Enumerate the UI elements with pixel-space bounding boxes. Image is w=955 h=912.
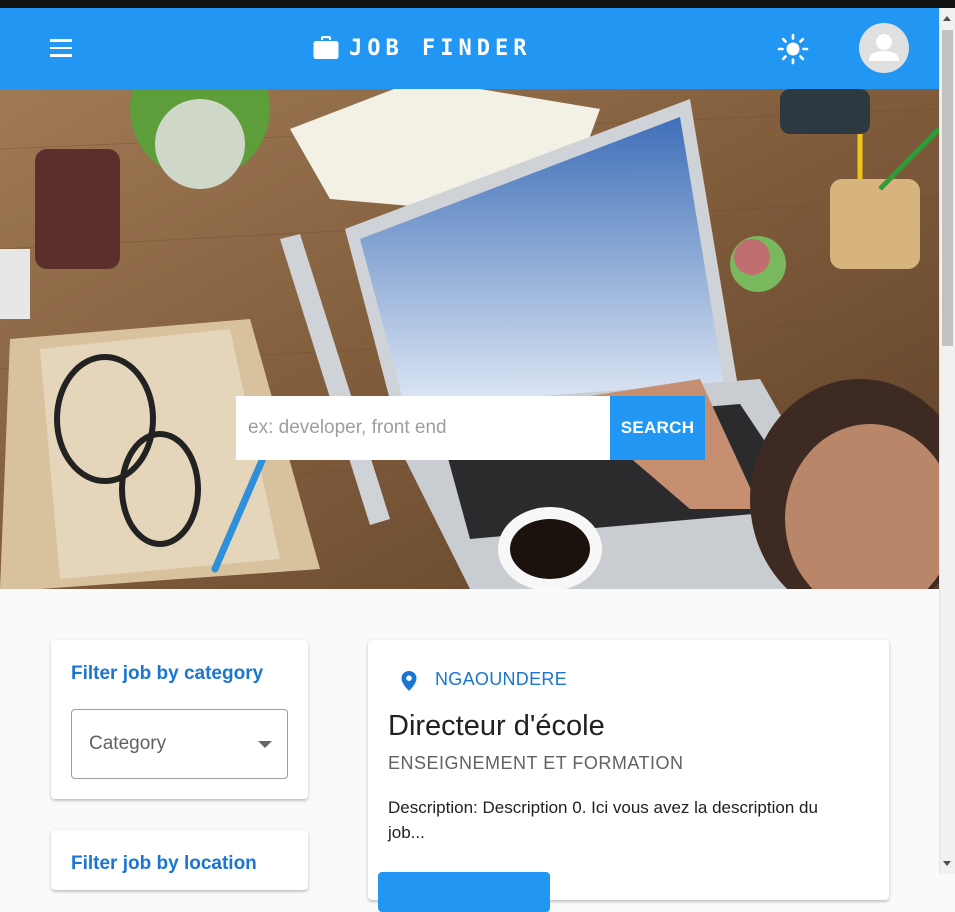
briefcase-icon [313,36,339,59]
location-filter-title: Filter job by location [71,853,257,874]
scrollbar[interactable] [939,8,955,874]
scroll-down-arrow-icon[interactable] [943,861,951,866]
hero-image [0,89,939,589]
browser-top-strip [0,0,955,8]
dropdown-arrow-icon [258,741,272,748]
job-location: NGAOUNDERE [435,669,568,689]
brand: JOB FINDER [313,31,531,65]
job-category: ENSEIGNEMENT ET FORMATION [388,753,684,773]
map-marker-icon [401,671,417,691]
account-circle-icon [869,34,899,61]
scroll-up-arrow-icon[interactable] [943,16,951,21]
job-description: Description: Description 0. Ici vous ave… [388,798,818,842]
search-button[interactable]: SEARCH [610,396,705,460]
app-title: JOB FINDER [349,35,532,61]
avatar[interactable] [859,23,909,73]
scroll-thumb[interactable] [942,30,953,346]
app-bar: JOB FINDER [0,8,939,89]
sun-icon[interactable] [776,32,810,66]
job-details-button[interactable] [378,872,550,912]
menu-icon[interactable] [46,33,76,63]
category-filter-card: Filter job by category Category [51,640,308,799]
category-filter-title: Filter job by category [71,663,264,684]
hero-banner: SEARCH [0,89,939,589]
category-select[interactable]: Category [71,709,288,779]
job-title[interactable]: Directeur d'école [388,710,605,743]
location-filter-card: Filter job by location [51,830,308,890]
category-select-label: Category [89,733,167,754]
job-card: NGAOUNDERE Directeur d'école ENSEIGNEMEN… [368,640,889,912]
search-input[interactable] [236,396,610,460]
